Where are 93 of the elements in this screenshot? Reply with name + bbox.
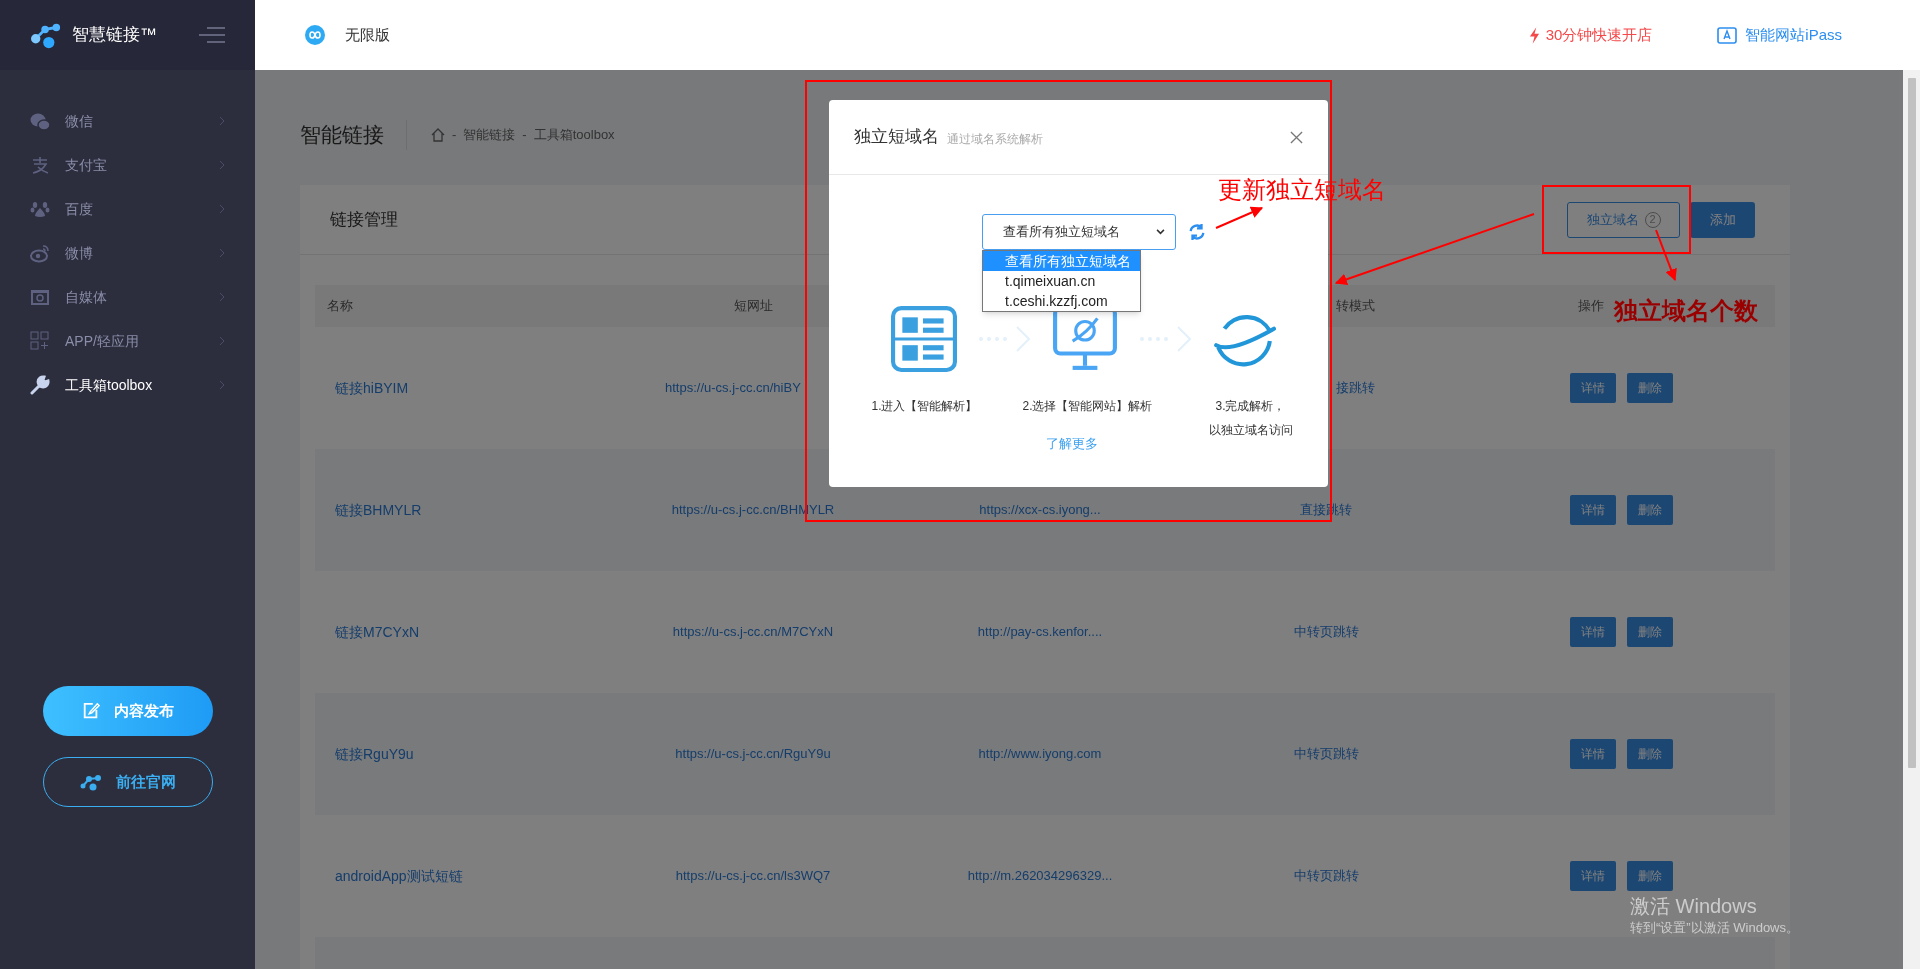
short-url[interactable]: https://u-cs.j-cc.cn/hiBY [665,380,801,396]
link-name[interactable]: 链接BHMYLR [315,499,560,521]
chevron-right-icon [219,248,225,258]
details-button[interactable]: 详情 [1570,373,1616,403]
chevron-right-icon [219,116,225,126]
details-button[interactable]: 详情 [1570,861,1616,891]
sidebar-item[interactable]: APP/轻应用 [0,319,255,363]
menu-item-icon [30,243,50,263]
column-header: 名称 [326,297,354,316]
redirect-mode: 接跳转 [1336,380,1375,396]
edition-label: 无限版 [345,24,390,45]
caret-icon [1156,229,1165,235]
wrench-icon [30,375,50,395]
menu-item-icon [30,287,50,307]
close-icon[interactable] [1290,130,1303,144]
step-label: 1.进入【智能解析】 [871,398,978,415]
annotation-arrow [1215,206,1264,229]
chevron-right-icon [219,336,225,346]
short-url[interactable]: https://u-cs.j-cc.cn/M7CYxN [672,624,834,640]
redirect-mode: 中转页跳转 [1293,868,1359,884]
sidebar-item[interactable]: 支付宝 [0,143,255,187]
chevron-right-icon [219,380,225,390]
add-button[interactable]: 添加 [1690,201,1755,238]
redirect-mode: 中转页跳转 [1293,624,1359,640]
menu-item-icon [30,155,50,175]
card-title: 链接管理 [330,208,398,231]
sidebar-item[interactable]: 微信 [0,99,255,143]
column-header: 转模式 [1336,298,1375,314]
annotation-text: 独立域名个数 [1614,295,1758,327]
promo-link[interactable]: 30分钟快速开店 [1528,23,1653,47]
chevron-right-icon [219,292,225,302]
delete-button[interactable]: 删除 [1627,617,1673,647]
sidebar-item[interactable]: 百度 [0,187,255,231]
target-url: http://www.iyong.com [978,746,1102,762]
annotation-arrow [1655,229,1677,282]
page-title: 智能链接 [300,122,384,149]
home-icon[interactable] [431,128,445,142]
sidebar-item[interactable]: 工具箱toolbox [0,363,255,407]
site-icon [1717,26,1738,44]
delete-button[interactable]: 删除 [1627,739,1673,769]
menu-item-icon [30,199,50,219]
site-link[interactable]: 智能网站iPass [1717,23,1842,47]
link-name[interactable]: androidApp测试短链 [315,865,560,887]
target-url: https://xcx-cs.iyong... [979,502,1101,518]
sidebar-item[interactable]: 微博 [0,231,255,275]
infinity-icon [305,25,325,45]
layout-grid-icon [891,306,957,372]
short-url[interactable]: https://u-cs.j-cc.cn/RguY9u [675,746,831,762]
redirect-mode: 中转页跳转 [1293,746,1359,762]
link-name[interactable]: 链接RguY9u [315,743,560,765]
scrollbar[interactable] [1903,70,1920,969]
delete-button[interactable]: 删除 [1627,861,1673,891]
logo-text: 智慧链接™ [72,24,157,47]
details-button[interactable]: 详情 [1570,739,1616,769]
publish-button[interactable]: 内容发布 [42,686,213,736]
lightning-icon [1528,26,1540,44]
column-header: 操作 [1578,298,1604,314]
chevron-right-icon [219,204,225,214]
step-label: 3.完成解析， 以独立域名访问 [1208,398,1293,439]
details-button[interactable]: 详情 [1570,495,1616,525]
sidebar-item[interactable]: 自媒体 [0,275,255,319]
nodes-icon [79,773,102,791]
delete-button[interactable]: 删除 [1627,373,1673,403]
dropdown-option[interactable]: 查看所有独立短域名 [983,251,1140,271]
short-url[interactable]: https://u-cs.j-cc.cn/ls3WQ7 [675,868,831,884]
column-header: 短网址 [733,298,773,314]
refresh-icon[interactable] [1188,223,1206,241]
learn-more-link[interactable]: 了解更多 [1045,434,1098,454]
breadcrumb-link[interactable]: 工具箱toolbox [533,125,615,145]
breadcrumb-separator: - [522,126,527,145]
breadcrumb-separator: - [452,126,457,145]
activation-title: 激活 Windows [1630,894,1757,918]
dotted-arrow-icon [1138,325,1193,353]
dotted-arrow-icon [977,325,1032,353]
domain-select[interactable]: 查看所有独立短域名 [982,214,1176,250]
link-name[interactable]: 链接M7CYxN [315,621,560,643]
dropdown-option[interactable]: t.ceshi.kzzfj.com [983,291,1140,311]
modal-title: 独立短域名 [854,126,939,149]
menu-item-icon [30,331,50,351]
step-label: 2.选择【智能网站】解析 [1022,398,1153,415]
dropdown-option[interactable]: t.qimeixuan.cn [983,271,1140,291]
modal-subtitle: 通过域名系统解析 [947,131,1043,148]
target-url: http://pay-cs.kenfor.... [977,624,1103,640]
target-url: http://m.262034296329... [967,868,1113,884]
edit-icon [81,702,100,720]
chevron-right-icon [219,160,225,170]
breadcrumb-link[interactable]: 智能链接 [463,125,516,145]
menu-icon[interactable] [199,26,225,44]
delete-button[interactable]: 删除 [1627,495,1673,525]
link-name[interactable]: 链接hiBYIM [315,377,560,399]
details-button[interactable]: 详情 [1570,617,1616,647]
activation-text: 转到“设置”以激活 Windows。 [1630,919,1799,937]
menu-item-icon [30,111,50,131]
